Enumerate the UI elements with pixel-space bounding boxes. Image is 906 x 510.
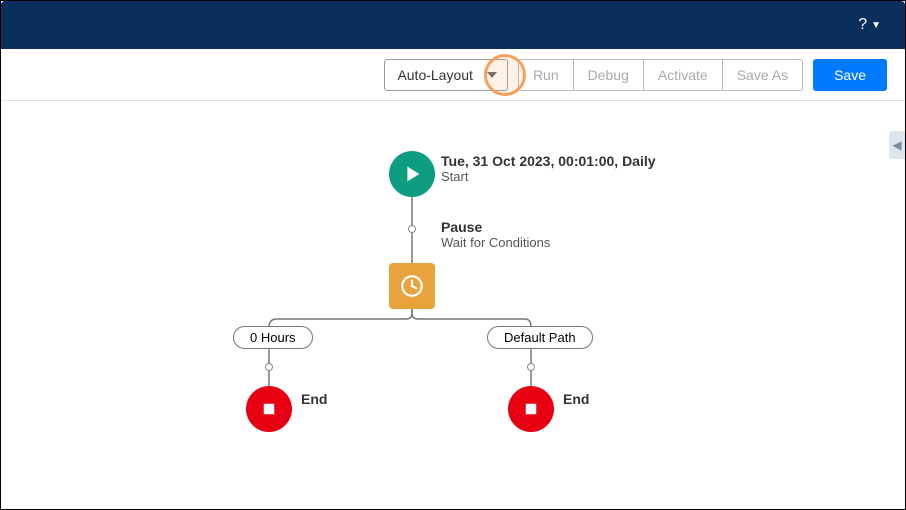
activate-button[interactable]: Activate [643, 59, 723, 91]
clock-icon [399, 273, 425, 299]
stop-icon [260, 400, 278, 418]
end-right-label: End [563, 391, 589, 407]
pause-node-label: Pause Wait for Conditions [441, 219, 550, 250]
action-button-group: Run Debug Activate Save As [518, 59, 803, 91]
end-right-title: End [563, 391, 589, 407]
start-node[interactable] [389, 151, 435, 197]
end-node-left[interactable] [246, 386, 292, 432]
add-step-dot-left[interactable] [265, 363, 273, 371]
caret-down-icon: ▼ [871, 20, 881, 31]
stop-icon [522, 400, 540, 418]
chevron-left-icon: ◀ [892, 138, 901, 152]
app-header: ? ▼ [1, 1, 905, 49]
pause-subtitle: Wait for Conditions [441, 235, 550, 250]
branch-left-pill[interactable]: 0 Hours [233, 326, 313, 349]
toolbar: Auto-Layout Run Debug Activate Save As S… [1, 49, 905, 101]
start-subtitle: Start [441, 169, 656, 184]
end-left-label: End [301, 391, 327, 407]
flow-canvas[interactable]: ◀ Tue, 31 Oct 2023, 00:01:00, Daily Star… [1, 101, 905, 509]
end-left-title: End [301, 391, 327, 407]
play-icon [401, 163, 423, 185]
help-icon: ? [858, 16, 867, 34]
pause-title: Pause [441, 219, 550, 235]
save-as-button[interactable]: Save As [722, 59, 803, 91]
pause-node[interactable] [389, 263, 435, 309]
help-menu[interactable]: ? ▼ [858, 16, 881, 34]
branch-right-pill[interactable]: Default Path [487, 326, 593, 349]
run-button[interactable]: Run [518, 59, 574, 91]
add-step-dot[interactable] [408, 225, 416, 233]
add-step-dot-right[interactable] [527, 363, 535, 371]
debug-button[interactable]: Debug [573, 59, 644, 91]
save-button[interactable]: Save [813, 59, 887, 91]
start-node-label: Tue, 31 Oct 2023, 00:01:00, Daily Start [441, 153, 656, 184]
caret-down-icon [487, 72, 497, 78]
layout-dropdown-label: Auto-Layout [397, 67, 473, 83]
layout-dropdown[interactable]: Auto-Layout [384, 59, 508, 91]
start-title: Tue, 31 Oct 2023, 00:01:00, Daily [441, 153, 656, 169]
collapse-panel-tab[interactable]: ◀ [889, 131, 905, 159]
end-node-right[interactable] [508, 386, 554, 432]
